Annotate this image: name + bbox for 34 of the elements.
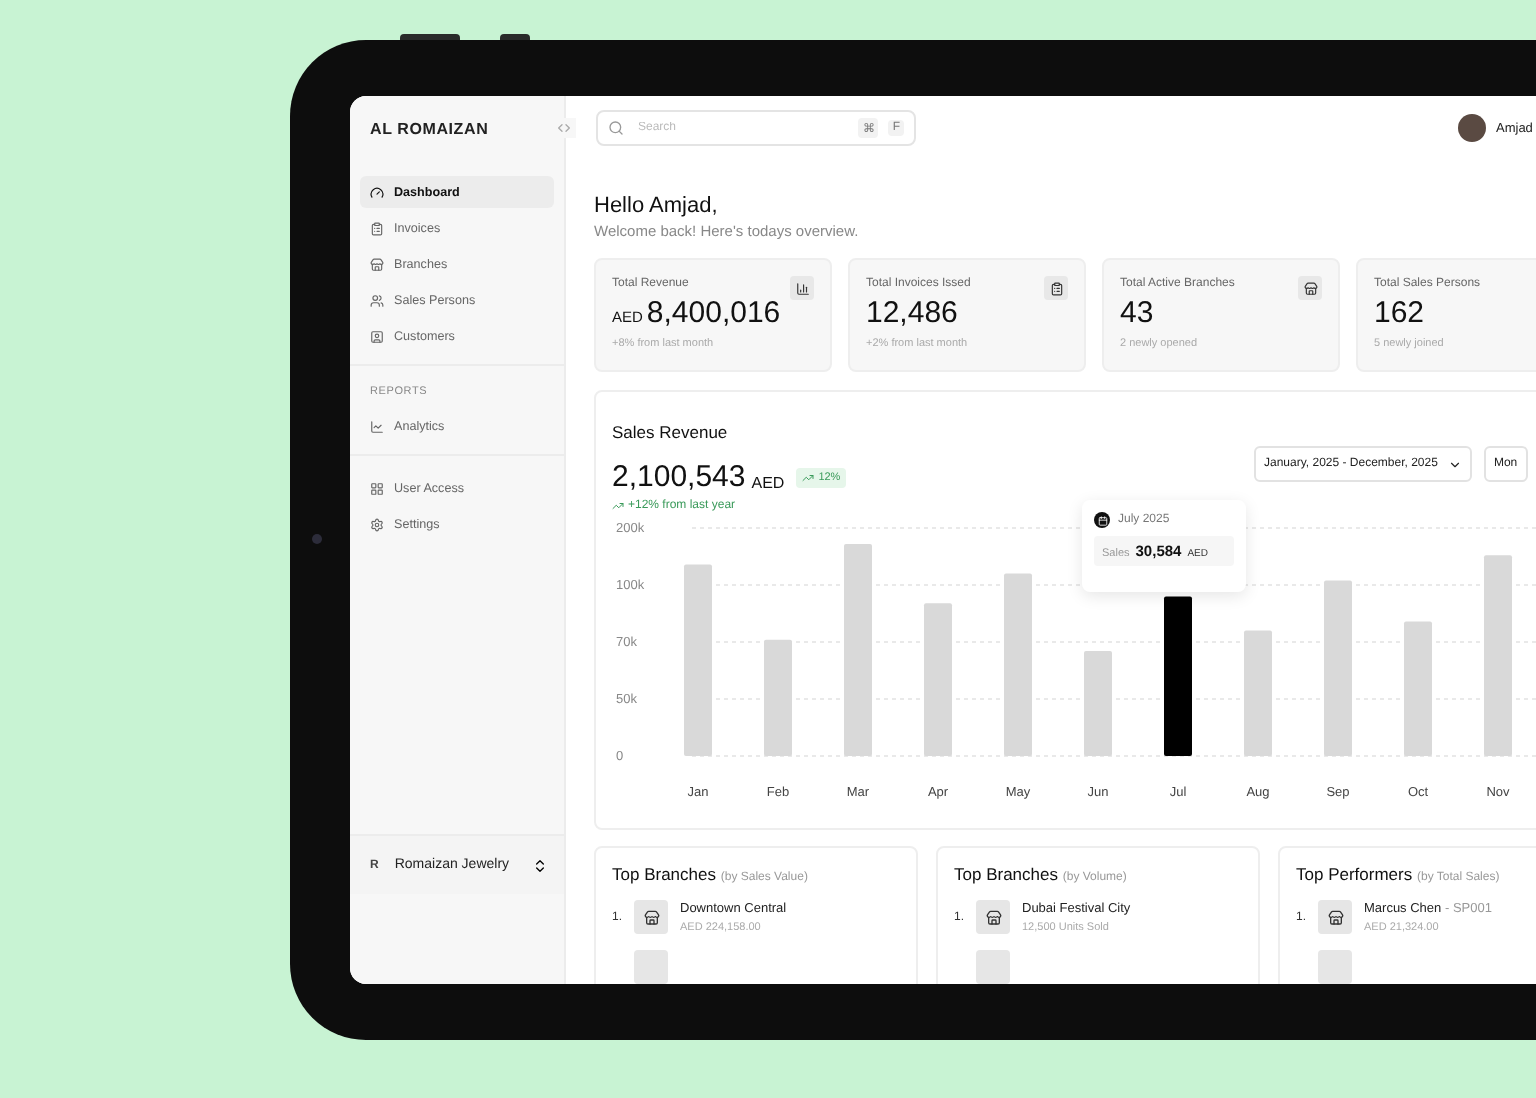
clipboard-icon [370, 221, 384, 235]
grid-icon [370, 481, 384, 495]
clipboard-icon [1044, 276, 1068, 300]
stat-value: 12,486 [866, 296, 958, 330]
chevron-down-icon [1447, 457, 1462, 471]
chevrons-icon [556, 120, 572, 136]
total-value: 2,100,543 [612, 460, 746, 494]
greeting-title: Hello Amjad, [594, 194, 720, 218]
store-icon [634, 900, 668, 934]
brand-logo: AL ROMAIZAN [370, 119, 489, 137]
search-icon [608, 120, 624, 136]
store-tile [1318, 950, 1352, 984]
currency-label: AED [751, 474, 785, 492]
stat-value: 43 [1120, 296, 1154, 330]
trend-up-icon [612, 500, 624, 512]
chevrons-icon [532, 857, 548, 873]
store-icon [1298, 276, 1322, 300]
card-title: Sales Revenue [612, 422, 728, 442]
stat-value: 8,400,016 [646, 296, 781, 330]
calendar-icon [1094, 512, 1110, 528]
line-chart-icon [370, 419, 384, 433]
camera-icon [312, 534, 322, 544]
store-icon [370, 257, 384, 271]
settings-icon [370, 517, 384, 531]
bar-chart-icon [790, 276, 814, 300]
stat-value: 162 [1374, 296, 1425, 330]
gauge-icon [370, 185, 384, 199]
avatar[interactable] [1458, 114, 1486, 142]
store-tile [976, 950, 1010, 984]
store-icon [976, 900, 1010, 934]
store-tile [634, 950, 668, 984]
contact-card-icon [370, 329, 384, 343]
users-icon [370, 293, 384, 307]
store-icon [1318, 900, 1352, 934]
